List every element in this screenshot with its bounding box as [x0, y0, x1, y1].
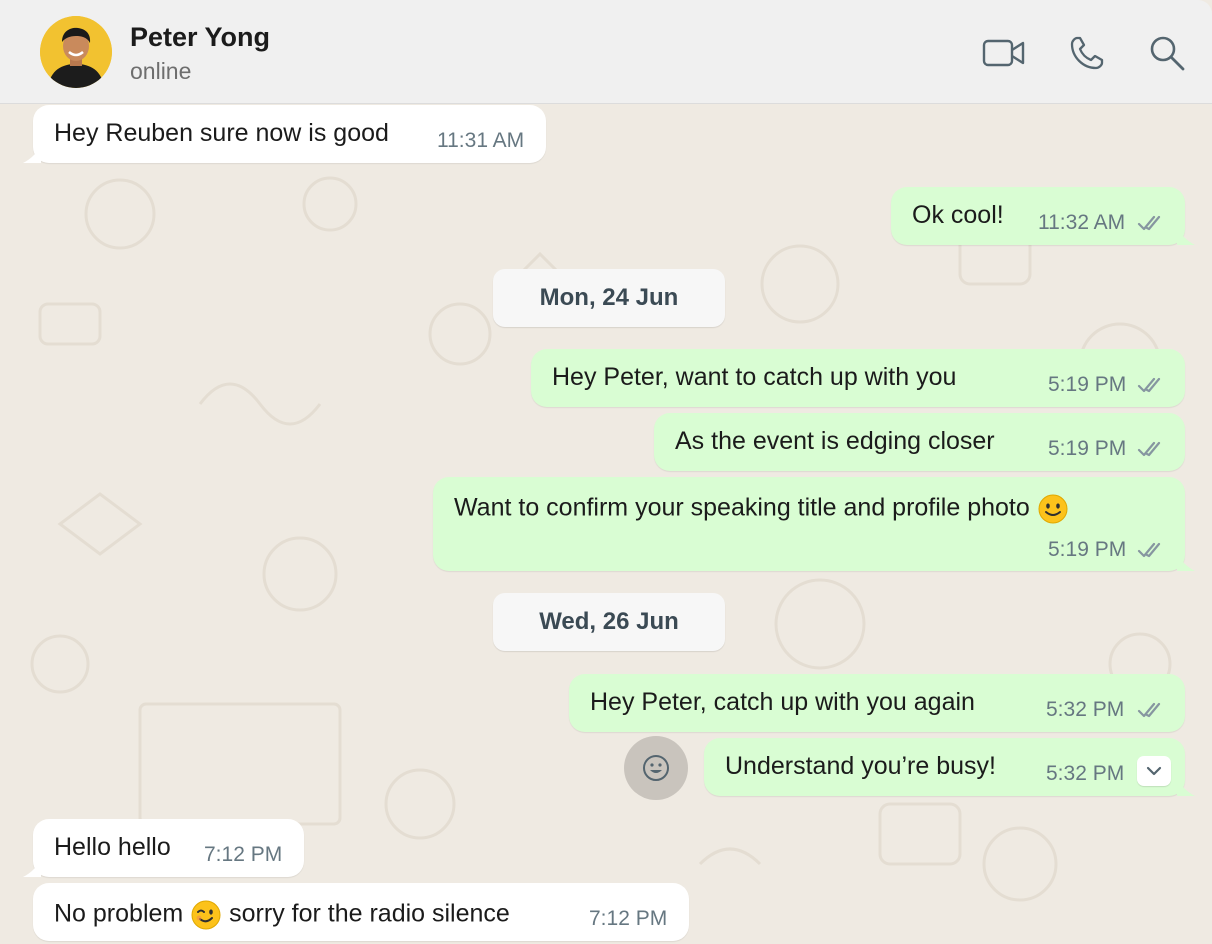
message-text: Hey Peter, want to catch up with you — [552, 363, 957, 391]
message-bubble-outgoing[interactable]: As the event is edging closer 5:19 PM — [654, 413, 1185, 471]
message-bubble-outgoing[interactable]: Hey Peter, want to catch up with you 5:1… — [531, 349, 1185, 407]
message-time: 11:31 AM — [437, 129, 525, 152]
double-check-icon — [1137, 215, 1161, 231]
message-time: 5:19 PM — [1048, 373, 1127, 396]
message-menu-button[interactable] — [1137, 756, 1171, 786]
message-text: Ok cool! — [912, 201, 1004, 229]
message-bubble-incoming[interactable]: No problem sorry for the radio silence 7… — [33, 883, 689, 941]
voice-call-icon[interactable] — [1064, 30, 1110, 76]
message-time: 5:19 PM — [1048, 437, 1127, 460]
winking-emoji-icon — [191, 900, 221, 930]
double-check-icon — [1137, 702, 1161, 718]
message-text: No problem sorry for the radio silence — [54, 899, 510, 931]
message-text: Hey Reuben sure now is good — [54, 119, 389, 147]
chevron-down-icon — [1146, 766, 1162, 776]
message-time: 7:12 PM — [204, 843, 283, 866]
slightly-smiling-emoji-icon — [1038, 494, 1068, 524]
message-time: 5:32 PM — [1046, 762, 1125, 785]
avatar[interactable] — [40, 16, 112, 88]
bubble-tail — [1177, 778, 1195, 796]
contact-status: online — [130, 58, 192, 84]
double-check-icon — [1137, 441, 1161, 457]
message-text: Understand you’re busy! — [725, 752, 996, 780]
message-text: Want to confirm your speaking title and … — [454, 493, 1069, 525]
chat-window: Peter Yong online Hey Reuben sure now is… — [0, 0, 1212, 944]
video-call-icon[interactable] — [981, 30, 1027, 76]
message-text: Hello hello — [54, 833, 171, 861]
message-time: 11:32 AM — [1038, 211, 1126, 234]
message-bubble-outgoing[interactable]: Hey Peter, catch up with you again 5:32 … — [569, 674, 1185, 732]
message-bubble-outgoing[interactable]: Ok cool! 11:32 AM — [891, 187, 1195, 245]
smiley-icon — [643, 755, 669, 781]
message-bubble-outgoing[interactable]: Understand you’re busy! 5:32 PM — [704, 738, 1195, 796]
bubble-tail — [1177, 227, 1195, 245]
message-time: 5:19 PM — [1048, 538, 1127, 561]
search-icon[interactable] — [1144, 30, 1190, 76]
message-list[interactable]: Hey Reuben sure now is good 11:31 AM Ok … — [0, 104, 1212, 944]
chat-header[interactable]: Peter Yong online — [0, 0, 1212, 104]
date-separator: Mon, 24 Jun — [493, 269, 725, 327]
date-separator: Wed, 26 Jun — [493, 593, 725, 651]
message-text: As the event is edging closer — [675, 427, 995, 455]
bubble-tail — [23, 145, 41, 163]
message-bubble-incoming[interactable]: Hey Reuben sure now is good 11:31 AM — [23, 105, 546, 163]
message-time: 7:12 PM — [589, 907, 668, 930]
message-bubble-incoming[interactable]: Hello hello 7:12 PM — [23, 819, 304, 877]
bubble-tail — [23, 859, 41, 877]
message-text: Hey Peter, catch up with you again — [590, 688, 975, 716]
message-bubble-outgoing[interactable]: Want to confirm your speaking title and … — [433, 477, 1195, 571]
double-check-icon — [1137, 542, 1161, 558]
add-reaction-button[interactable] — [624, 736, 688, 800]
message-time: 5:32 PM — [1046, 698, 1125, 721]
double-check-icon — [1137, 377, 1161, 393]
bubble-tail — [1177, 553, 1195, 571]
contact-name[interactable]: Peter Yong — [130, 22, 270, 53]
